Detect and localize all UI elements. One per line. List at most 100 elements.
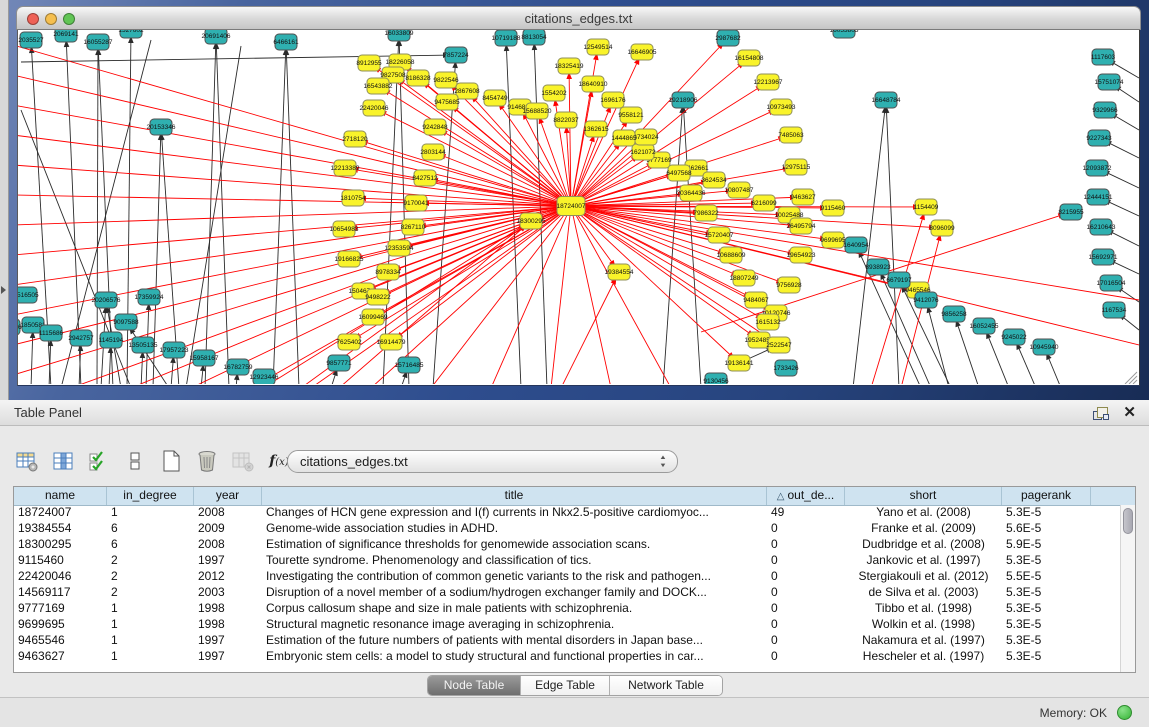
table-cell[interactable]: 1 <box>107 505 194 521</box>
column-header-pagerank[interactable]: pagerank <box>1002 487 1091 505</box>
table-cell[interactable]: Disruption of a novel member of a sodium… <box>262 585 767 601</box>
table-cell[interactable]: 5.3E-5 <box>1002 601 1091 617</box>
row-height-icon[interactable] <box>122 448 148 474</box>
table-row[interactable]: 969969511998Structural magnetic resonanc… <box>14 617 1119 633</box>
select-rows-icon[interactable] <box>86 448 112 474</box>
table-cell[interactable]: 2 <box>107 585 194 601</box>
table-row[interactable]: 1872400712008Changes of HCN gene express… <box>14 505 1119 521</box>
table-cell[interactable]: 9465546 <box>14 633 107 649</box>
network-canvas[interactable]: 1872400789129551822605898275081654388281… <box>17 30 1140 386</box>
table-cell[interactable]: 22420046 <box>14 569 107 585</box>
delete-table-icon[interactable] <box>230 448 256 474</box>
table-cell[interactable]: Jankovic et al. (1997) <box>845 553 1002 569</box>
graph-edge[interactable] <box>571 206 611 384</box>
table-cell[interactable]: 0 <box>767 537 845 553</box>
graph-edge[interactable] <box>236 380 237 384</box>
network-view-window[interactable]: citations_edges.txt 18724007891295518226… <box>16 6 1141 394</box>
table-cell[interactable]: 18300295 <box>14 537 107 553</box>
table-cell[interactable]: Hescheler et al. (1997) <box>845 649 1002 665</box>
graph-edge[interactable] <box>958 326 979 384</box>
table-selector-dropdown[interactable]: citations_edges.txt ▲▼ <box>287 450 678 473</box>
graph-edge[interactable] <box>1109 174 1139 188</box>
graph-edge[interactable] <box>18 45 571 206</box>
table-row[interactable]: 911546021997Tourette syndrome. Phenomeno… <box>14 553 1119 569</box>
float-window-icon[interactable] <box>1093 406 1109 420</box>
table-vertical-scrollbar[interactable] <box>1120 505 1135 672</box>
graph-edge[interactable] <box>887 113 899 384</box>
table-cell[interactable]: Stergiakouli et al. (2012) <box>845 569 1002 585</box>
graph-edge[interactable] <box>31 338 33 384</box>
table-cell[interactable]: Changes of HCN gene expression and I(f) … <box>262 505 767 521</box>
table-cell[interactable]: Investigating the contribution of common… <box>262 569 767 585</box>
graph-edge[interactable] <box>273 55 286 384</box>
table-body[interactable]: 1872400712008Changes of HCN gene express… <box>14 505 1119 672</box>
graph-edge[interactable] <box>571 206 671 384</box>
table-cell[interactable]: 1 <box>107 633 194 649</box>
table-cell[interactable]: Structural magnetic resonance image aver… <box>262 617 767 633</box>
graph-edge[interactable] <box>399 46 409 384</box>
table-row[interactable]: 1830029562008Estimation of significance … <box>14 537 1119 553</box>
table-row[interactable]: 1456911722003Disruption of a novel membe… <box>14 585 1119 601</box>
table-cell[interactable]: 0 <box>767 617 845 633</box>
table-cell[interactable]: 9699695 <box>14 617 107 633</box>
tab-network-table[interactable]: Network Table <box>610 676 722 695</box>
table-cell[interactable]: 1998 <box>194 617 262 633</box>
graph-edge[interactable] <box>127 43 131 384</box>
graph-edge[interactable] <box>216 49 229 384</box>
table-cell[interactable]: Tibbo et al. (1998) <box>845 601 1002 617</box>
table-cell[interactable]: 2012 <box>194 569 262 585</box>
graph-edge[interactable] <box>551 206 571 384</box>
graph-edge[interactable] <box>109 353 110 384</box>
table-row[interactable]: 977716911998Corpus callosum shape and si… <box>14 601 1119 617</box>
show-columns-icon[interactable] <box>50 448 76 474</box>
table-cell[interactable]: 18724007 <box>14 505 107 521</box>
table-cell[interactable]: Franke et al. (2009) <box>845 521 1002 537</box>
table-cell[interactable]: 5.3E-5 <box>1002 633 1091 649</box>
table-cell[interactable]: Embryonic stem cells: a model to study s… <box>262 649 767 665</box>
graph-edge[interactable] <box>1124 318 1139 330</box>
table-cell[interactable]: 5.3E-5 <box>1002 617 1091 633</box>
table-cell[interactable]: Corpus callosum shape and size in male p… <box>262 601 767 617</box>
table-cell[interactable]: 5.9E-5 <box>1002 537 1091 553</box>
graph-edge[interactable] <box>1110 202 1139 216</box>
table-cell[interactable]: 19384554 <box>14 521 107 537</box>
graph-edge[interactable] <box>1122 290 1139 302</box>
graph-edge[interactable] <box>286 55 299 384</box>
graph-edge[interactable] <box>433 68 455 384</box>
table-cell[interactable]: 2008 <box>194 505 262 521</box>
column-header-in-degree[interactable]: in_degree <box>107 487 194 505</box>
table-mode-icon[interactable] <box>14 448 40 474</box>
table-cell[interactable]: 9463627 <box>14 649 107 665</box>
citation-network-graph[interactable]: 1872400789129551822605898275081654388281… <box>18 30 1139 384</box>
delete-rows-icon[interactable] <box>194 448 220 474</box>
table-cell[interactable]: 49 <box>767 505 845 521</box>
table-cell[interactable]: 6 <box>107 521 194 537</box>
window-titlebar[interactable]: citations_edges.txt <box>16 6 1141 30</box>
table-cell[interactable]: Nakamura et al. (1997) <box>845 633 1002 649</box>
tab-edge-table[interactable]: Edge Table <box>521 676 610 695</box>
table-cell[interactable]: 14569117 <box>14 585 107 601</box>
table-cell[interactable]: 0 <box>767 585 845 601</box>
collapse-arrow-icon[interactable] <box>1 286 6 294</box>
table-cell[interactable]: 1 <box>107 601 194 617</box>
table-cell[interactable]: 9777169 <box>14 601 107 617</box>
table-cell[interactable]: 5.6E-5 <box>1002 521 1091 537</box>
table-cell[interactable]: 9115460 <box>14 553 107 569</box>
table-row[interactable]: 1938455462009Genome-wide association stu… <box>14 521 1119 537</box>
table-row[interactable]: 2242004622012Investigating the contribut… <box>14 569 1119 585</box>
table-cell[interactable]: 0 <box>767 521 845 537</box>
column-header-out-de-[interactable]: △out_de... <box>767 487 845 505</box>
table-cell[interactable]: Dudbridge et al. (2008) <box>845 537 1002 553</box>
table-cell[interactable]: 1997 <box>194 649 262 665</box>
table-row[interactable]: 946362711997Embryonic stem cells: a mode… <box>14 649 1119 665</box>
table-cell[interactable]: 1 <box>107 649 194 665</box>
graph-edge[interactable] <box>684 113 701 384</box>
graph-edge[interactable] <box>1113 233 1139 246</box>
new-table-icon[interactable] <box>158 448 184 474</box>
table-cell[interactable]: de Silva et al. (2003) <box>845 585 1002 601</box>
table-cell[interactable]: 5.3E-5 <box>1002 585 1091 601</box>
tab-node-table[interactable]: Node Table <box>428 676 521 695</box>
graph-edge[interactable] <box>97 55 98 384</box>
table-cell[interactable]: 5.3E-5 <box>1002 505 1091 521</box>
left-splitter-strip[interactable] <box>0 0 9 400</box>
